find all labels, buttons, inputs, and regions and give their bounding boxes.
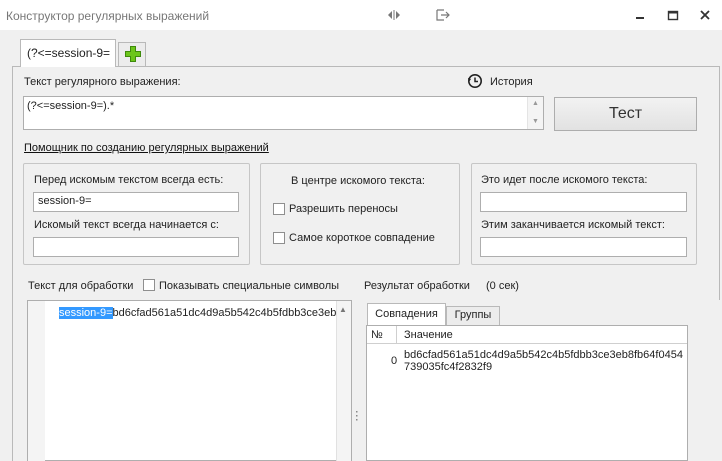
- scroll-up-icon[interactable]: ▲: [339, 305, 347, 314]
- ends-label: Этим заканчивается искомый текст:: [481, 219, 665, 231]
- row-value-line1: bd6cfad561a51dc4d9a5b542c4b5fdbb3ce3eb8f…: [404, 349, 683, 361]
- show-special-checkbox[interactable]: [143, 279, 155, 291]
- add-tab-button[interactable]: [118, 42, 146, 66]
- column-value[interactable]: Значение: [404, 329, 453, 341]
- close-icon[interactable]: [697, 7, 713, 23]
- allow-newlines-label: Разрешить переносы: [289, 203, 398, 215]
- history-button-label[interactable]: История: [490, 76, 533, 88]
- line-gutter: [28, 301, 45, 461]
- regex-label: Текст регулярного выражения:: [24, 76, 181, 88]
- starts-input[interactable]: [33, 237, 239, 257]
- before-label: Перед искомым текстом всегда есть:: [34, 174, 224, 186]
- input-text-area[interactable]: [27, 300, 352, 461]
- allow-newlines-checkbox[interactable]: [273, 203, 285, 215]
- test-button[interactable]: Тест: [554, 97, 697, 131]
- ends-input[interactable]: [480, 237, 687, 257]
- drag-arrows-icon[interactable]: [387, 8, 401, 22]
- center-title: В центре искомого текста:: [291, 175, 425, 187]
- before-input[interactable]: session-9=: [33, 192, 239, 212]
- shortest-match-label: Самое короткое совпадение: [289, 232, 435, 244]
- window-title: Конструктор регулярных выражений: [6, 9, 210, 23]
- minimize-icon[interactable]: [632, 7, 648, 23]
- splitter-grip[interactable]: [355, 410, 358, 424]
- history-icon[interactable]: [467, 73, 483, 92]
- input-scrollbar[interactable]: [336, 301, 351, 461]
- starts-label: Искомый текст всегда начинается с:: [34, 219, 219, 231]
- tab-regex[interactable]: (?<=session-9=: [20, 39, 116, 67]
- exit-arrow-icon[interactable]: [435, 8, 450, 22]
- tab-groups[interactable]: Группы: [446, 306, 500, 325]
- scroll-down-icon[interactable]: ▼: [532, 118, 539, 125]
- input-text-label: Текст для обработки: [28, 280, 134, 292]
- after-label: Это идет после искомого текста:: [481, 174, 648, 186]
- input-text-rest: bd6cfad561a51dc4d9a5b542c4b5fdbb3ce3eb8: [112, 307, 336, 319]
- plus-icon: [125, 46, 141, 62]
- result-label: Результат обработки: [364, 280, 470, 292]
- column-divider: [396, 326, 397, 344]
- after-input[interactable]: [480, 192, 687, 212]
- show-special-label: Показывать специальные символы: [159, 280, 340, 292]
- table-row[interactable]: 0 bd6cfad561a51dc4d9a5b542c4b5fdbb3ce3eb…: [367, 347, 687, 377]
- helper-link[interactable]: Помощник по созданию регулярных выражени…: [24, 142, 269, 154]
- row-number: 0: [391, 355, 398, 367]
- input-text-line: session-9=bd6cfad561a51dc4d9a5b542c4b5fd…: [59, 306, 336, 322]
- results-side-frame: [688, 300, 720, 461]
- regex-scrollbar[interactable]: ▲ ▼: [527, 97, 543, 129]
- regex-value: (?<=session-9=).*: [27, 100, 115, 112]
- results-grid: [366, 325, 688, 461]
- column-number[interactable]: №: [371, 329, 383, 341]
- scroll-up-icon[interactable]: ▲: [532, 100, 539, 107]
- row-value-line2: 739035fc4f2832f9: [404, 361, 493, 373]
- tab-matches[interactable]: Совпадения: [367, 303, 446, 325]
- selected-text: session-9=: [59, 307, 113, 319]
- maximize-icon[interactable]: [665, 7, 681, 23]
- result-time: (0 сек): [486, 280, 519, 292]
- shortest-match-checkbox[interactable]: [273, 232, 285, 244]
